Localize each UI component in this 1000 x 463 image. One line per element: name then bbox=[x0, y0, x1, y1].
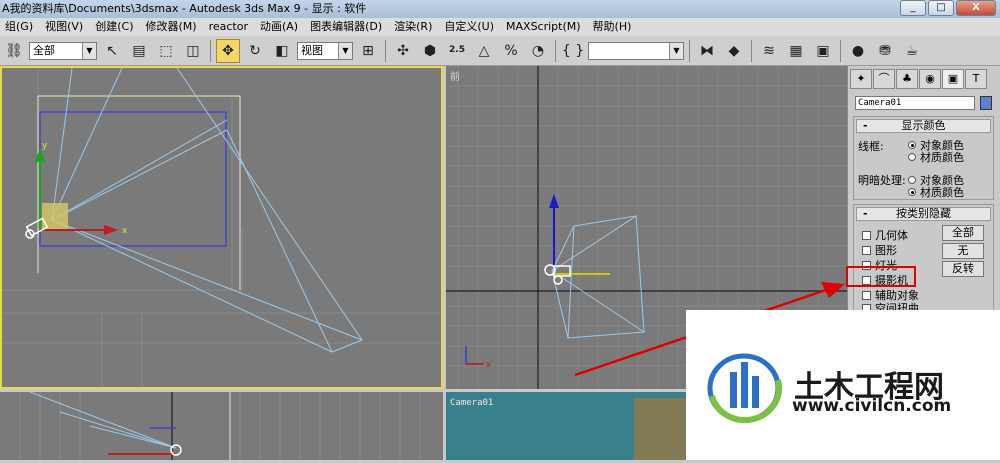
watermark-url: www.civilcn.com bbox=[792, 396, 952, 416]
logo-bar-2 bbox=[741, 362, 748, 408]
logo-bar-1 bbox=[730, 372, 737, 408]
watermark-logo: 土木工程网 www.civilcn.com bbox=[686, 310, 1000, 460]
logo-bar-3 bbox=[752, 376, 759, 408]
